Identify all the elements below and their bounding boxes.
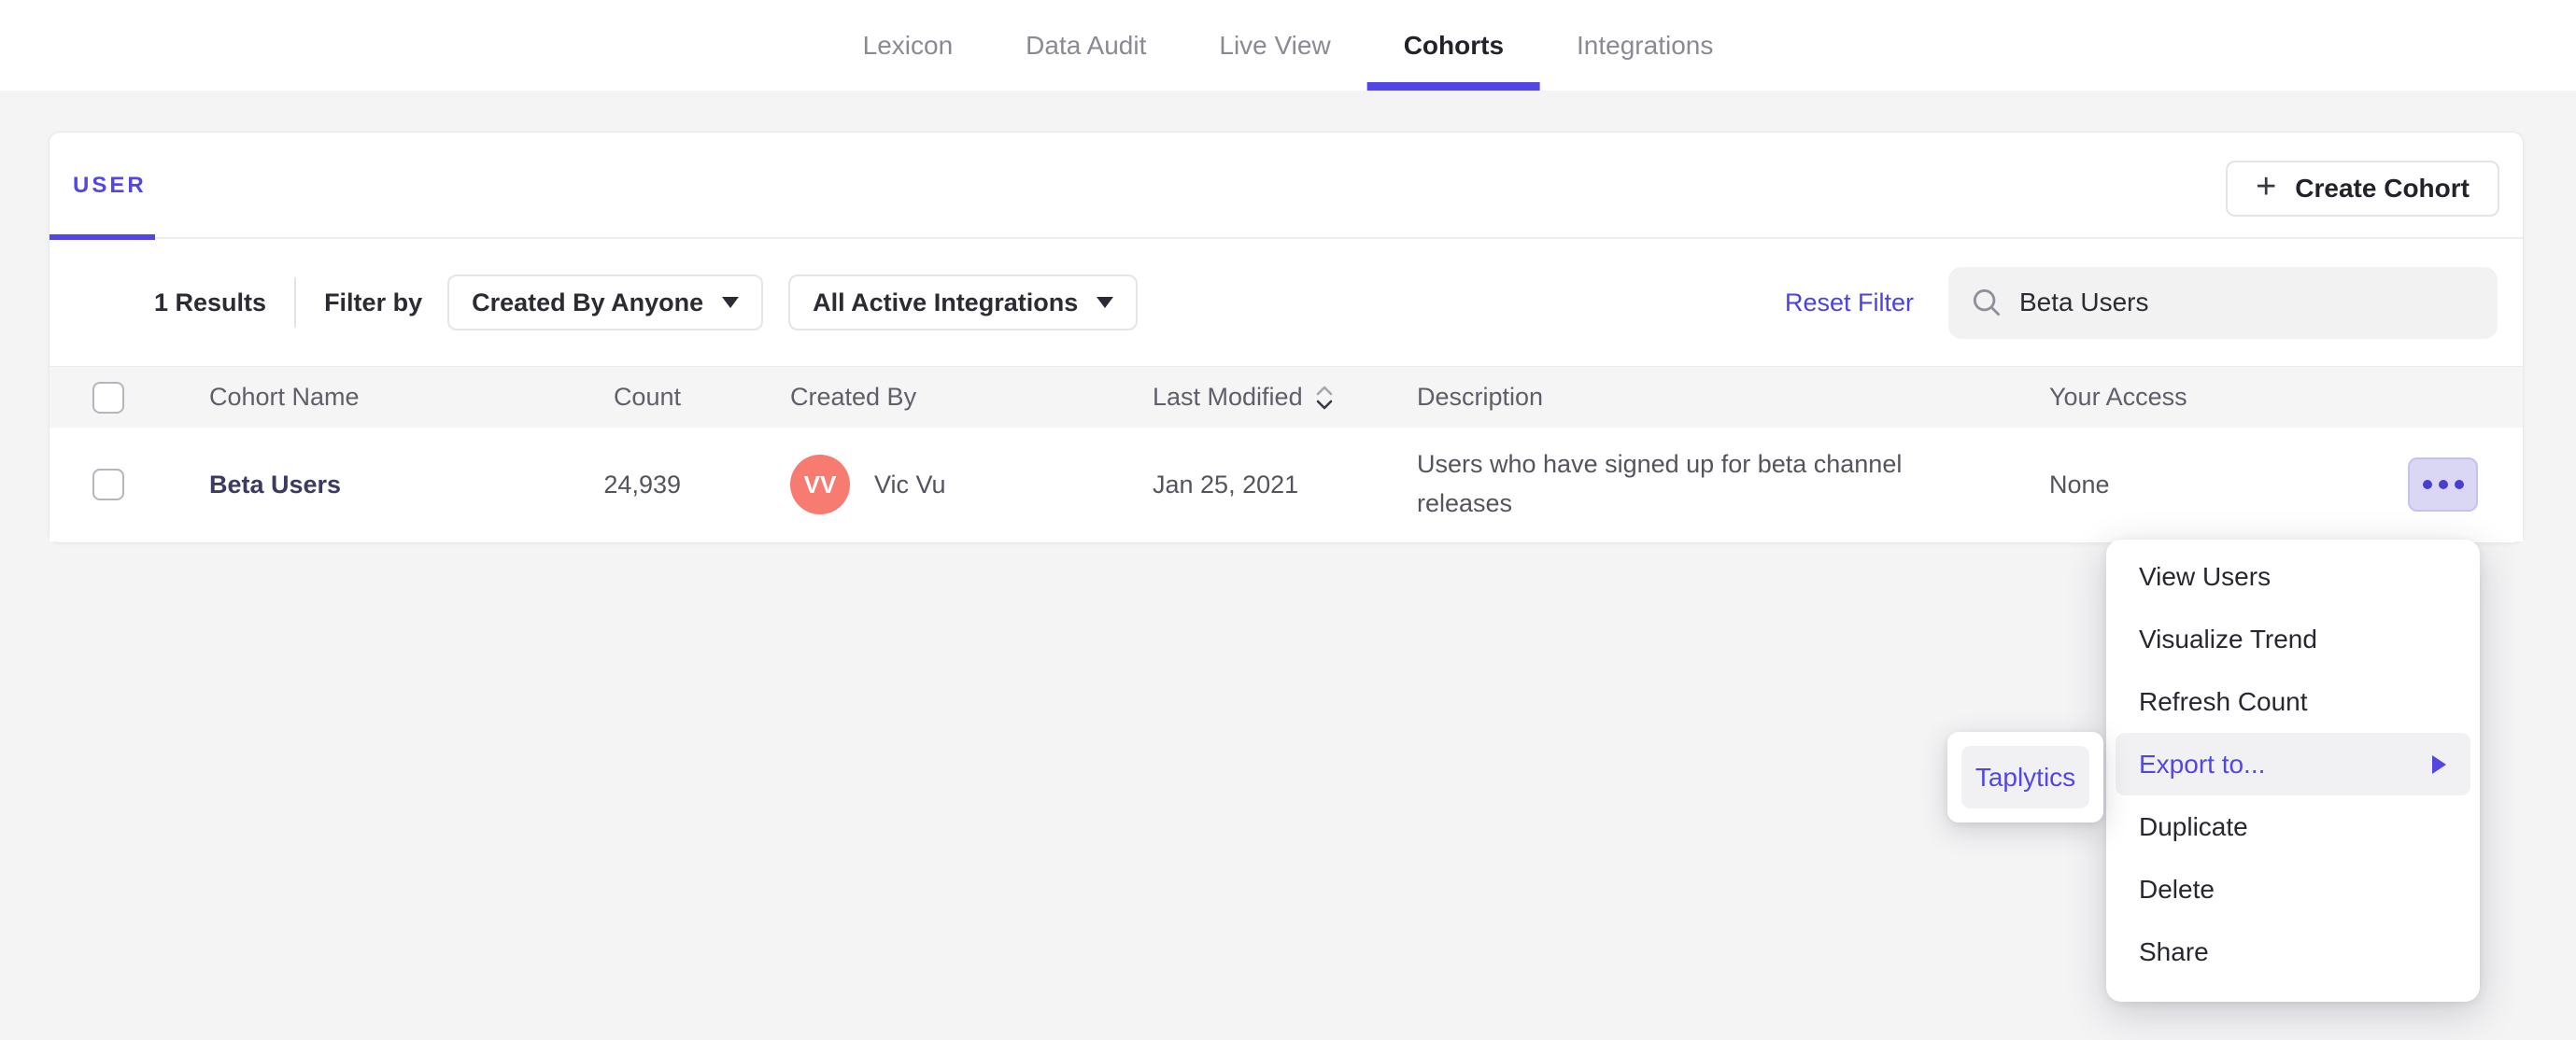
active-tab-underline — [1366, 82, 1541, 91]
column-header-created-by: Created By — [790, 383, 917, 411]
table-header: Cohort Name Count Created By Last Modifi… — [50, 366, 2523, 428]
nav-tab-cohorts[interactable]: Cohorts — [1366, 0, 1541, 91]
column-header-your-access: Your Access — [2049, 383, 2187, 411]
nav-tab-integrations[interactable]: Integrations — [1540, 0, 1749, 91]
created-by-name: Vic Vu — [874, 470, 946, 499]
plus-icon: + — [2256, 167, 2277, 206]
menu-item-duplicate[interactable]: Duplicate — [2106, 795, 2480, 858]
integrations-dropdown-label: All Active Integrations — [813, 288, 1079, 316]
nav-tab-lexicon[interactable]: Lexicon — [827, 0, 990, 91]
search-box[interactable] — [1948, 266, 2498, 339]
cohort-name-link[interactable]: Beta Users — [209, 428, 341, 541]
sort-icon — [1314, 384, 1335, 412]
created-by-cell: VV Vic Vu — [790, 428, 946, 541]
cohorts-page: Lexicon Data Audit Live View Cohorts Int… — [0, 0, 2576, 1040]
results-count: 1 Results — [154, 288, 267, 316]
filter-bar: 1 Results Filter by Created By Anyone Al… — [50, 239, 2523, 366]
card-tab-strip: USER + Create Cohort — [50, 133, 2523, 240]
row-actions-button[interactable] — [2408, 457, 2478, 512]
submenu-item-taplytics[interactable]: Taplytics — [1961, 746, 2089, 808]
menu-item-export-to[interactable]: Export to... — [2116, 733, 2470, 795]
table-row: Beta Users 24,939 VV Vic Vu Jan 25, 2021… — [50, 428, 2523, 541]
cohort-count: 24,939 — [603, 470, 681, 499]
column-header-description: Description — [1417, 383, 1544, 411]
menu-item-visualize-trend[interactable]: Visualize Trend — [2106, 608, 2480, 670]
row-actions-menu: View Users Visualize Trend Refresh Count… — [2106, 540, 2480, 1002]
search-icon — [1969, 285, 2004, 320]
avatar: VV — [790, 455, 850, 514]
menu-item-view-users[interactable]: View Users — [2106, 545, 2480, 608]
search-input[interactable] — [2019, 288, 2430, 317]
nav-tab-cohorts-label: Cohorts — [1403, 30, 1505, 60]
main-nav: Lexicon Data Audit Live View Cohorts Int… — [827, 0, 1750, 91]
ellipsis-icon — [2454, 480, 2464, 489]
menu-item-delete[interactable]: Delete — [2106, 858, 2480, 921]
nav-tab-live-view[interactable]: Live View — [1182, 0, 1366, 91]
description-cell: Users who have signed up for beta channe… — [1417, 428, 1940, 541]
column-header-count: Count — [613, 383, 681, 411]
nav-tab-data-audit[interactable]: Data Audit — [989, 0, 1182, 91]
ellipsis-icon — [2422, 480, 2432, 489]
cohorts-card: USER + Create Cohort 1 Results Filter by… — [49, 132, 2524, 543]
chevron-down-icon — [722, 297, 740, 308]
created-by-dropdown-label: Created By Anyone — [472, 288, 704, 316]
create-cohort-button[interactable]: + Create Cohort — [2226, 161, 2499, 217]
integrations-dropdown[interactable]: All Active Integrations — [788, 274, 1139, 330]
created-by-dropdown[interactable]: Created By Anyone — [447, 274, 764, 330]
export-to-label: Export to... — [2139, 749, 2266, 779]
submenu-arrow-icon — [2432, 754, 2446, 774]
column-header-cohort-name: Cohort Name — [209, 383, 360, 411]
top-bar: Lexicon Data Audit Live View Cohorts Int… — [0, 0, 2576, 91]
ellipsis-icon — [2438, 480, 2448, 489]
filter-by-label: Filter by — [324, 288, 423, 316]
select-all-checkbox[interactable] — [92, 381, 124, 414]
menu-item-share[interactable]: Share — [2106, 921, 2480, 983]
last-modified-cell: Jan 25, 2021 — [1153, 470, 1299, 499]
row-checkbox[interactable] — [92, 469, 124, 500]
create-cohort-label: Create Cohort — [2295, 174, 2470, 203]
divider — [294, 277, 297, 328]
description-text: Users who have signed up for beta channe… — [1417, 450, 1903, 517]
your-access-cell: None — [2049, 470, 2110, 499]
tab-user[interactable]: USER — [50, 133, 155, 239]
column-header-last-modified[interactable]: Last Modified — [1153, 367, 1335, 428]
reset-filter-link[interactable]: Reset Filter — [1785, 288, 1914, 317]
menu-item-refresh-count[interactable]: Refresh Count — [2106, 670, 2480, 733]
last-modified-label: Last Modified — [1153, 383, 1303, 411]
chevron-down-icon — [1097, 297, 1114, 308]
export-submenu: Taplytics — [1947, 732, 2103, 822]
